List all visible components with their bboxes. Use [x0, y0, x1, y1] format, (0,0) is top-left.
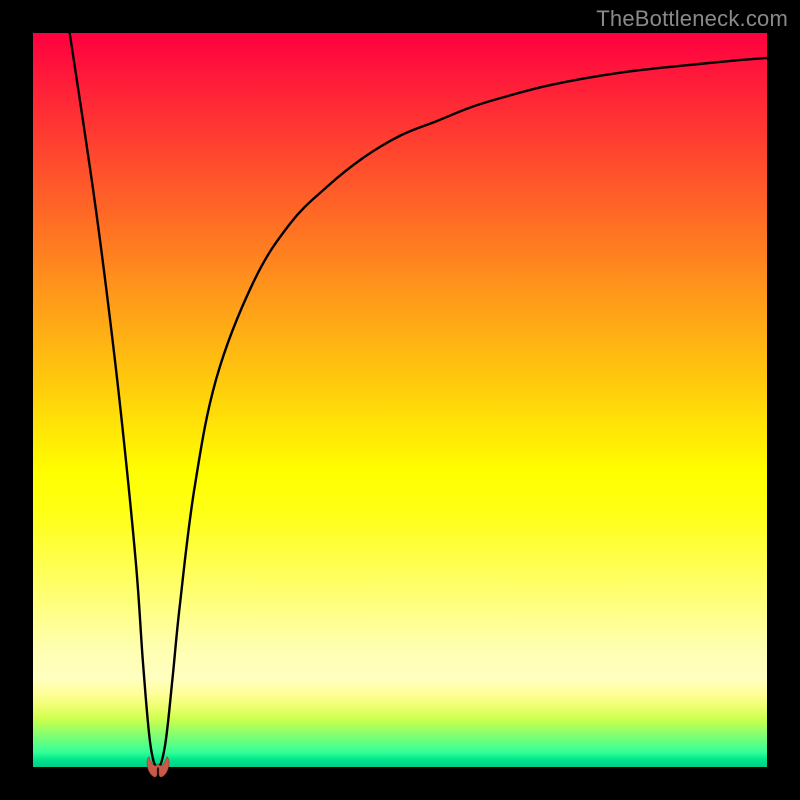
curve-svg [33, 33, 767, 767]
bottleneck-curve-path [70, 33, 767, 767]
chart-frame: TheBottleneck.com [0, 0, 800, 800]
marker-icon [147, 757, 169, 777]
watermark-text: TheBottleneck.com [596, 6, 788, 32]
plot-area [33, 33, 767, 767]
optimal-marker [143, 753, 173, 779]
